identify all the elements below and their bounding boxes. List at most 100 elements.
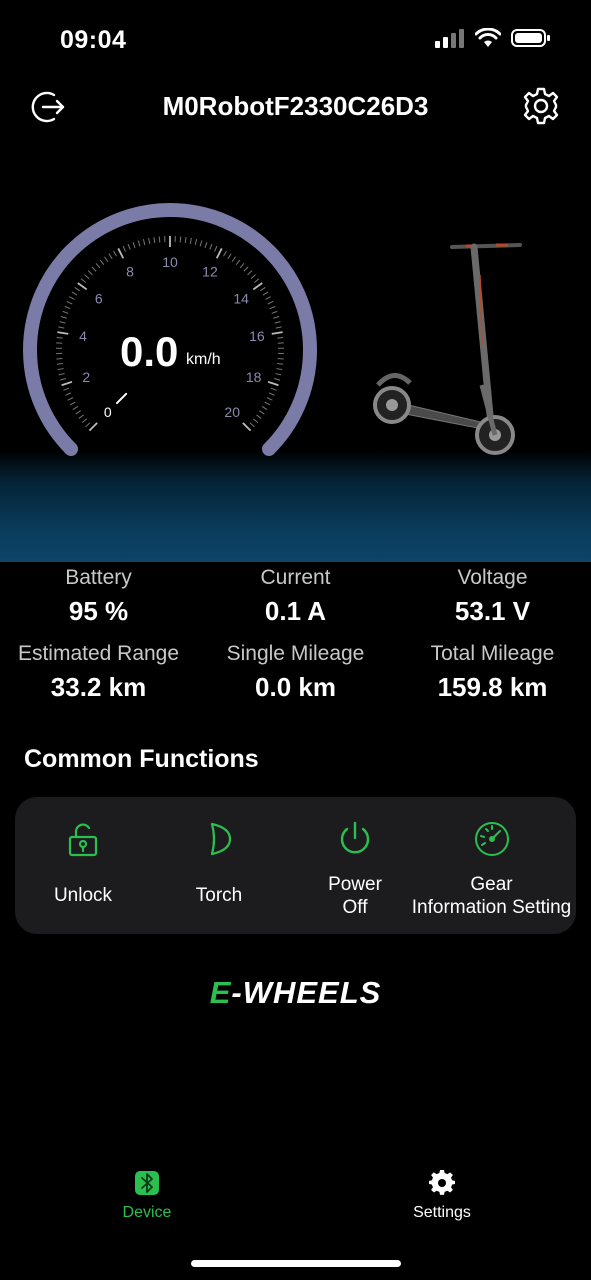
gauge-tick-label: 4 bbox=[79, 328, 87, 344]
battery-status-icon bbox=[511, 29, 550, 47]
nav-settings[interactable]: Settings bbox=[382, 1160, 502, 1222]
nav-label: Device bbox=[122, 1204, 172, 1221]
stat-label: Current bbox=[260, 566, 331, 589]
gauge-minor-tick bbox=[223, 250, 227, 257]
stat-total-mileage: Total Mileage 159.8 km bbox=[394, 642, 591, 703]
gauge-minor-tick bbox=[253, 278, 260, 283]
gauge-minor-tick bbox=[259, 410, 265, 415]
stat-value: 95 % bbox=[68, 596, 129, 626]
gauge-minor-tick bbox=[259, 286, 266, 292]
gauge-minor-tick bbox=[264, 401, 271, 406]
gauge-major-tick bbox=[267, 380, 279, 387]
gauge-minor-tick bbox=[80, 278, 87, 283]
power-off-button[interactable]: Power Off bbox=[287, 797, 423, 934]
scooter-image bbox=[373, 243, 522, 455]
gauge-minor-tick bbox=[204, 241, 208, 248]
gauge-tick-label: 2 bbox=[82, 369, 90, 385]
gauge-minor-tick bbox=[67, 397, 74, 401]
status-time: 09:04 bbox=[60, 26, 127, 54]
gauge-minor-tick bbox=[247, 270, 253, 276]
torch-button[interactable]: Torch bbox=[151, 797, 287, 934]
gauge-minor-tick bbox=[277, 336, 284, 339]
gauge-minor-tick bbox=[69, 296, 75, 300]
gauge-minor-tick bbox=[60, 316, 67, 319]
common-functions-title: Common Functions bbox=[24, 745, 259, 773]
logo-rest: -WHEELS bbox=[231, 975, 382, 1010]
gauge-tick-label: 20 bbox=[224, 404, 240, 420]
gauge-minor-tick bbox=[63, 387, 70, 391]
gauge-minor-tick bbox=[268, 392, 275, 396]
gauge-minor-tick bbox=[69, 401, 76, 406]
logo-prefix: E bbox=[209, 975, 232, 1010]
gauge-major-tick bbox=[215, 248, 223, 259]
gauge-major-tick bbox=[88, 422, 98, 432]
speed-value: 0.0 bbox=[120, 328, 179, 375]
status-icons bbox=[435, 28, 551, 48]
wifi-icon bbox=[475, 28, 501, 47]
gear-information-setting-button[interactable]: Gear Information Setting bbox=[407, 797, 576, 934]
gauge-major-tick bbox=[252, 282, 263, 291]
gauge-minor-tick bbox=[273, 316, 280, 319]
gauge-minor-tick bbox=[78, 414, 84, 419]
gauge-tick-label: 0 bbox=[104, 404, 112, 420]
stat-value: 159.8 km bbox=[437, 672, 548, 702]
bluetooth-icon bbox=[135, 1171, 159, 1195]
gauge-major-tick bbox=[77, 282, 88, 291]
gauge-minor-tick bbox=[270, 387, 277, 391]
gauge-minor-tick bbox=[261, 406, 268, 410]
stat-value: 53.1 V bbox=[454, 596, 531, 626]
power-icon bbox=[340, 821, 370, 854]
gauge-minor-tick bbox=[153, 237, 156, 244]
gear-icon[interactable] bbox=[521, 86, 561, 126]
gauge-minor-tick bbox=[132, 241, 136, 248]
gauge-minor-tick bbox=[235, 259, 241, 265]
nav-device[interactable]: Device bbox=[87, 1160, 207, 1222]
func-label: Information Setting bbox=[411, 897, 572, 918]
gauge-minor-tick bbox=[274, 378, 281, 381]
gauge-minor-tick bbox=[56, 336, 63, 339]
gauge-minor-tick bbox=[179, 236, 182, 243]
gauge-minor-tick bbox=[56, 363, 63, 365]
gauge-minor-tick bbox=[59, 321, 66, 324]
gauge-minor-tick bbox=[227, 253, 232, 260]
lock-icon bbox=[68, 823, 98, 857]
gauge-minor-tick bbox=[184, 237, 187, 244]
gauge-minor-tick bbox=[189, 237, 192, 245]
gauge-minor-tick bbox=[250, 274, 256, 279]
gauge-minor-tick bbox=[113, 250, 117, 257]
gauge-minor-tick bbox=[71, 291, 78, 296]
func-label: Power bbox=[328, 874, 382, 895]
gauge-icon bbox=[474, 822, 509, 856]
speed-unit: km/h bbox=[186, 351, 221, 368]
gauge-minor-tick bbox=[87, 270, 93, 276]
e-wheels-logo: E-WHEELS bbox=[0, 975, 591, 1011]
gauge-minor-tick bbox=[256, 414, 262, 419]
gauge-minor-tick bbox=[239, 262, 245, 269]
gauge-tick-label: 14 bbox=[233, 290, 249, 306]
gauge-minor-tick bbox=[65, 392, 72, 396]
gauge-minor-tick bbox=[276, 368, 283, 371]
gauge-major-tick bbox=[61, 380, 73, 387]
stat-label: Voltage bbox=[457, 566, 528, 589]
unlock-button[interactable]: Unlock bbox=[15, 797, 151, 934]
gauge-minor-tick bbox=[57, 368, 64, 371]
gauge-minor-tick bbox=[277, 363, 284, 365]
gauge-minor-tick bbox=[84, 274, 90, 279]
gauge-minor-tick bbox=[194, 239, 198, 246]
gauge-tick-label: 18 bbox=[246, 369, 262, 385]
torch-icon bbox=[210, 822, 232, 856]
gauge-tick-label: 12 bbox=[202, 264, 218, 280]
gauge-minor-tick bbox=[64, 305, 71, 310]
status-bar: 09:04 bbox=[0, 0, 591, 80]
gauge-minor-tick bbox=[252, 418, 259, 424]
gauge-needle bbox=[115, 392, 128, 405]
stat-value: 33.2 km bbox=[50, 672, 147, 702]
gauge-minor-tick bbox=[104, 256, 109, 262]
gauge-major-tick bbox=[271, 331, 283, 335]
func-label: Gear bbox=[470, 874, 513, 895]
gauge-minor-tick bbox=[75, 410, 81, 415]
nav-label: Settings bbox=[413, 1204, 471, 1221]
func-label: Torch bbox=[195, 885, 243, 906]
stat-label: Battery bbox=[65, 566, 132, 589]
stat-current: Current 0.1 A bbox=[197, 566, 394, 627]
